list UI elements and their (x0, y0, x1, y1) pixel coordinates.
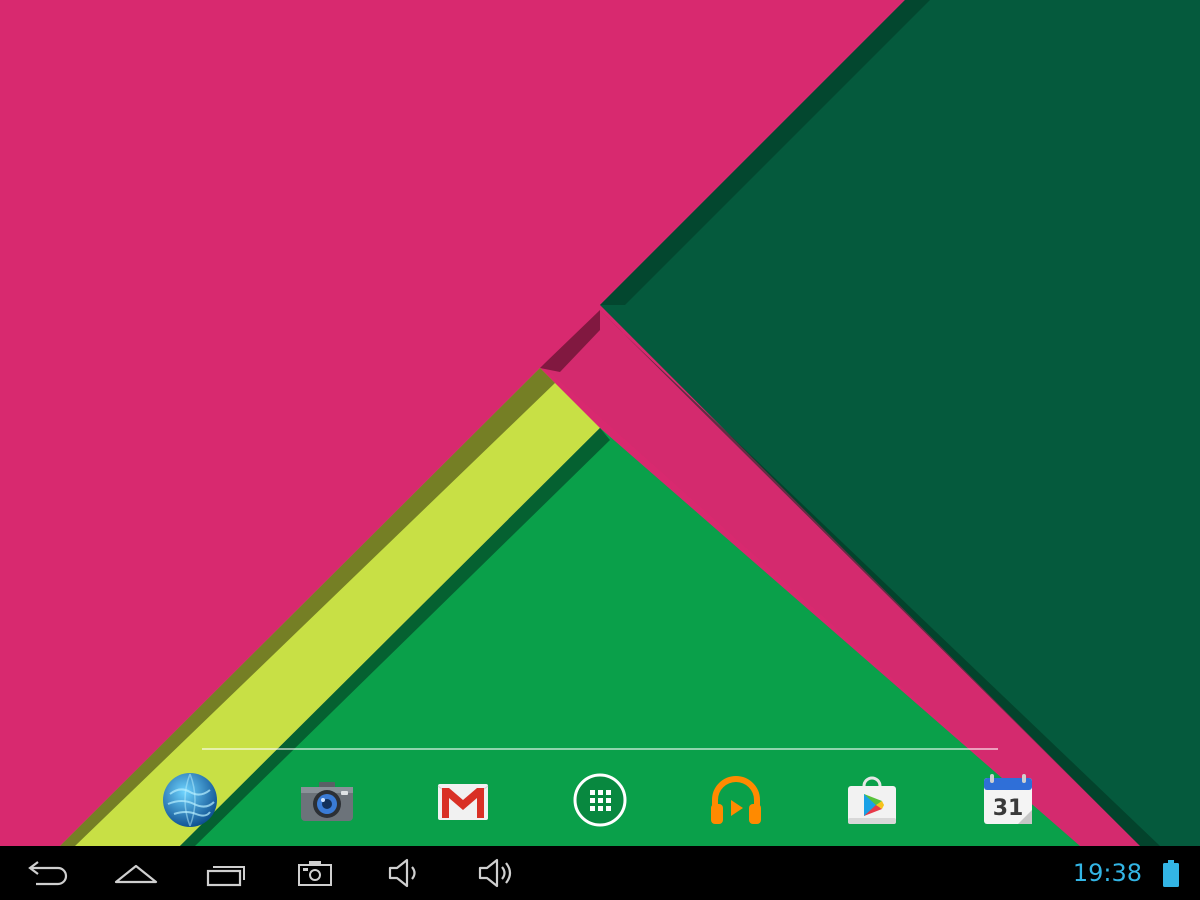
gmail-icon[interactable] (433, 770, 493, 830)
volume-up-icon[interactable] (471, 855, 519, 891)
favorites-dock: 31 (0, 760, 1200, 840)
back-icon[interactable] (22, 855, 70, 891)
volume-down-icon[interactable] (381, 855, 429, 891)
calendar-icon[interactable]: 31 (978, 770, 1038, 830)
battery-icon (1162, 860, 1180, 888)
navigation-bar (0, 846, 1200, 900)
home-icon[interactable] (112, 855, 160, 891)
wallpaper (0, 0, 1200, 846)
status-clock: 19:38 (1072, 859, 1142, 887)
headphones-icon[interactable] (706, 770, 766, 830)
dock-divider (202, 748, 998, 750)
recent-apps-icon[interactable] (202, 855, 250, 891)
screenshot-icon[interactable] (291, 855, 339, 891)
calendar-date-label: 31 (993, 796, 1024, 821)
camera-icon[interactable] (297, 770, 357, 830)
play-store-icon[interactable] (842, 770, 902, 830)
home-screen: 31 19:38 (0, 0, 1200, 900)
globe-icon[interactable] (160, 770, 220, 830)
app-drawer-icon[interactable] (570, 770, 630, 830)
